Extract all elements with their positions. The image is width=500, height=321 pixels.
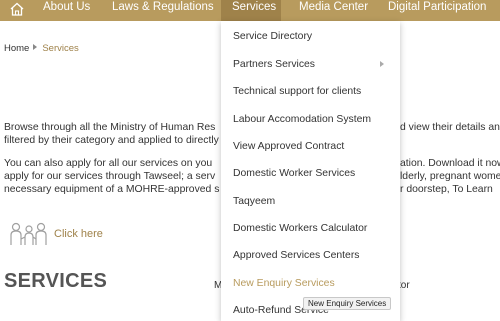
breadcrumb-home[interactable]: Home xyxy=(4,43,29,54)
menu-item-new-enquiry-services[interactable]: New Enquiry Services xyxy=(233,278,335,289)
intro-line-1-left: Browse through all the Ministry of Human… xyxy=(4,122,216,133)
menu-item-service-directory[interactable]: Service Directory xyxy=(233,31,312,42)
intro-line-3-left: You can also apply for all our services … xyxy=(4,158,213,169)
top-navigation-bar: About Us Laws & Regulations Services Med… xyxy=(0,0,500,21)
nav-laws-regulations[interactable]: Laws & Regulations xyxy=(112,0,214,21)
intro-line-5-left: necessary equipment of a MOHRE-approved … xyxy=(4,184,220,195)
menu-item-approved-services-centers[interactable]: Approved Services Centers xyxy=(233,250,359,261)
menu-item-technical-support[interactable]: Technical support for clients xyxy=(233,86,361,97)
submenu-arrow-icon xyxy=(380,61,384,67)
nav-media-center[interactable]: Media Center xyxy=(299,0,368,21)
nav-digital-participation[interactable]: Digital Participation xyxy=(388,0,486,21)
nav-about-us[interactable]: About Us xyxy=(43,0,90,21)
click-here-link[interactable]: Click here xyxy=(54,228,103,240)
intro-line-4-right: lderly, pregnant wome xyxy=(400,171,500,182)
menu-item-taqyeem[interactable]: Taqyeem xyxy=(233,196,275,207)
breadcrumb-separator-icon xyxy=(33,44,38,50)
menu-item-partners-services[interactable]: Partners Services xyxy=(233,59,315,70)
menu-item-labour-accomodation-system[interactable]: Labour Accomodation System xyxy=(233,114,371,125)
nav-services[interactable]: Services xyxy=(221,0,281,21)
menu-item-domestic-workers-calculator[interactable]: Domestic Workers Calculator xyxy=(233,223,367,234)
tooltip: New Enquiry Services xyxy=(303,297,392,310)
breadcrumb-current: Services xyxy=(42,43,79,54)
services-heading: SERVICES xyxy=(4,270,108,292)
intro-line-4-left: apply for our services through Tawseel; … xyxy=(4,171,216,182)
breadcrumb: Home Services xyxy=(4,43,79,54)
home-icon[interactable] xyxy=(9,1,25,17)
intro-line-3-right: ation. Download it now xyxy=(400,158,500,169)
menu-item-domestic-worker-services[interactable]: Domestic Worker Services xyxy=(233,168,355,179)
intro-line-5-right: r doorstep, To Learn xyxy=(400,184,493,195)
services-dropdown-menu: Service Directory Partners Services Tech… xyxy=(221,21,400,321)
people-icon xyxy=(10,222,47,245)
menu-item-view-approved-contract[interactable]: View Approved Contract xyxy=(233,141,344,152)
intro-line-1-right: d view their details an xyxy=(400,122,500,133)
